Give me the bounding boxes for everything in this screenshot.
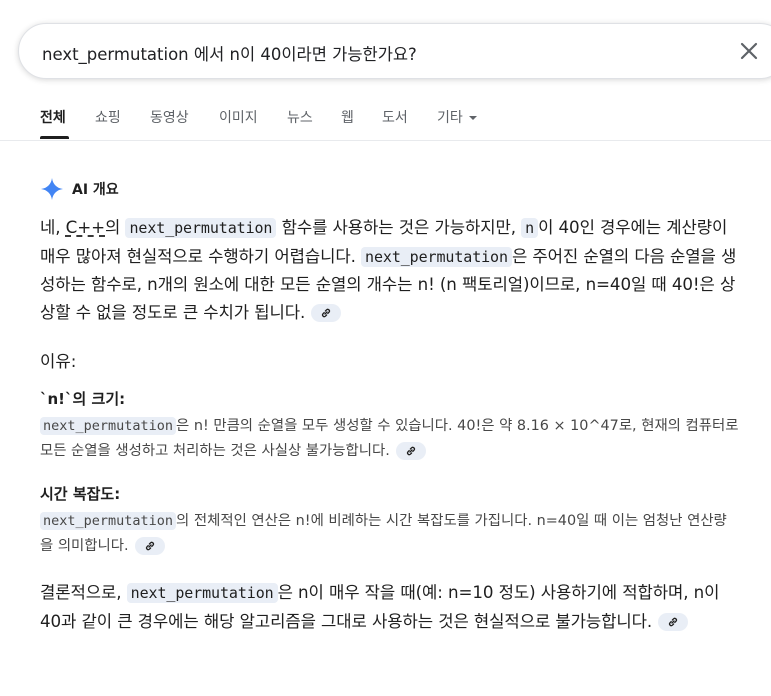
source-link-button[interactable] (395, 442, 426, 460)
gemini-sparkle-icon (41, 178, 63, 200)
source-link-button[interactable] (658, 613, 689, 631)
cpp-term[interactable]: C++ (66, 217, 105, 237)
code-next-permutation: next_permutation (40, 417, 177, 435)
ai-overview-body: 네, C++의 next_permutation 함수를 사용하는 것은 가능하… (40, 214, 740, 326)
tab-more[interactable]: 기타 (437, 107, 477, 127)
tab-books[interactable]: 도서 (382, 107, 408, 127)
conclusion-text-1: 결론적으로, (40, 582, 127, 602)
tab-shopping[interactable]: 쇼핑 (95, 107, 121, 127)
ai-overview-title: AI 개요 (72, 182, 119, 198)
source-link-button[interactable] (311, 304, 342, 322)
search-input[interactable]: next_permutation 에서 n이 40이라면 가능한가요? (42, 41, 417, 65)
intro-text-2: 의 (105, 217, 126, 237)
code-next-permutation: next_permutation (361, 246, 512, 267)
code-next-permutation: next_permutation (126, 583, 278, 603)
search-bar[interactable]: next_permutation 에서 n이 40이라면 가능한가요? (18, 23, 771, 79)
reason-heading-factorial: `n!`의 크기: (40, 390, 126, 408)
active-tab-indicator (40, 136, 69, 139)
tab-news[interactable]: 뉴스 (287, 107, 313, 127)
link-icon (322, 308, 331, 318)
reasons-title: 이유: (40, 351, 77, 371)
link-icon (145, 541, 154, 551)
close-icon[interactable] (737, 39, 761, 63)
tab-all[interactable]: 전체 (40, 107, 66, 127)
code-next-permutation: next_permutation (125, 218, 277, 238)
link-icon (406, 446, 415, 456)
intro-paragraph: 네, C++의 next_permutation 함수를 사용하는 것은 가능하… (40, 214, 740, 326)
tab-images[interactable]: 이미지 (219, 107, 258, 127)
reason-text-factorial: next_permutation 은 n! 만큼의 순열을 모두 생성할 수 있습… (40, 414, 740, 464)
ai-overview-header: AI 개요 (40, 176, 119, 202)
source-link-button[interactable] (134, 537, 165, 555)
intro-text-1: 네, (40, 217, 66, 237)
tab-more-label: 기타 (437, 110, 463, 126)
code-next-permutation: next_permutation (40, 512, 177, 530)
tab-web[interactable]: 웹 (341, 107, 354, 127)
tab-videos[interactable]: 동영상 (150, 107, 189, 127)
conclusion-paragraph: 결론적으로, next_permutation 은 n이 매우 작을 때(예: n… (40, 579, 740, 635)
tab-bar: 전체 쇼핑 동영상 이미지 뉴스 웹 도서 기타 (0, 96, 771, 141)
link-icon (669, 617, 678, 627)
caret-down-icon (468, 116, 477, 120)
reason-text-complexity: next_permutation 의 전체적인 연산은 n!에 비례하는 시간 복… (40, 509, 740, 559)
reason-heading-complexity: 시간 복잡도: (40, 485, 121, 503)
code-n: n (521, 218, 539, 238)
intro-text-3: 함수를 사용하는 것은 가능하지만, (276, 217, 522, 237)
